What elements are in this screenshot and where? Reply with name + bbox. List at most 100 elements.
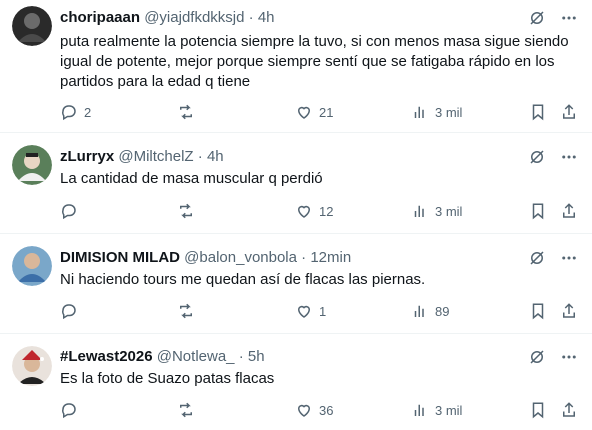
tweet-header: #Lewast2026 @Notlewa_ · 5h (60, 347, 522, 367)
timestamp[interactable]: 4h (258, 9, 275, 26)
views-icon (411, 401, 429, 419)
retweet-button[interactable] (177, 301, 201, 321)
like-icon (295, 103, 313, 121)
tweet-actions: 12 3 mil (60, 201, 578, 221)
share-icon (560, 103, 578, 121)
retweet-icon (177, 401, 195, 419)
views-count: 3 mil (435, 104, 463, 120)
more-icon[interactable] (560, 148, 578, 166)
reply-count: 2 (84, 104, 92, 120)
reply-icon (60, 401, 78, 419)
avatar[interactable] (12, 145, 52, 185)
reply-icon (60, 103, 78, 121)
like-count: 12 (319, 203, 334, 219)
display-name[interactable]: choripaaan (60, 9, 140, 26)
tweet-text: La cantidad de masa muscular q perdió (60, 170, 323, 187)
avatar[interactable] (12, 346, 52, 386)
user-handle[interactable]: @balon_vonbola (184, 249, 297, 266)
user-handle[interactable]: @Notlewa_ (157, 348, 235, 365)
grok-icon[interactable] (528, 148, 546, 166)
separator-dot: · (238, 348, 244, 365)
views-button[interactable]: 3 mil (411, 102, 462, 122)
timestamp[interactable]: 12min (310, 249, 351, 266)
avatar[interactable] (12, 246, 52, 286)
tweet[interactable]: choripaaan @yiajdfkdkksjd · 4h puta real… (0, 0, 592, 133)
like-button[interactable]: 36 (295, 400, 333, 420)
like-icon (295, 401, 313, 419)
like-icon (295, 202, 313, 220)
tweet-top-icons (528, 8, 578, 28)
retweet-icon (177, 202, 195, 220)
tweet[interactable]: #Lewast2026 @Notlewa_ · 5h Es la foto de… (0, 334, 592, 430)
tweet-text: Es la foto de Suazo patas flacas (60, 370, 275, 387)
share-button[interactable] (560, 301, 578, 321)
tweet-top-icons (528, 147, 578, 167)
reply-button[interactable] (60, 400, 84, 420)
views-count: 3 mil (435, 203, 463, 219)
views-icon (411, 202, 429, 220)
tweet-top-icons (528, 248, 578, 268)
bookmark-icon (529, 302, 547, 320)
reply-icon (60, 302, 78, 320)
bookmark-button[interactable] (529, 102, 547, 122)
grok-icon[interactable] (528, 9, 546, 27)
retweet-icon (177, 302, 195, 320)
reply-button[interactable] (60, 201, 84, 221)
display-name[interactable]: #Lewast2026 (60, 348, 153, 365)
display-name[interactable]: zLurryx (60, 148, 114, 165)
views-count: 89 (435, 303, 450, 319)
tweet[interactable]: zLurryx @MiltchelZ · 4h La cantidad de m… (0, 133, 592, 234)
user-handle[interactable]: @yiajdfkdkksjd (144, 9, 244, 26)
share-button[interactable] (560, 201, 578, 221)
more-icon[interactable] (560, 348, 578, 366)
tweet[interactable]: DIMISION MILAD @balon_vonbola · 12min Ni… (0, 234, 592, 334)
user-handle[interactable]: @MiltchelZ (118, 148, 193, 165)
tweet-text: Ni haciendo tours me quedan así de flaca… (60, 271, 426, 288)
like-button[interactable]: 1 (295, 301, 326, 321)
tweet-header: DIMISION MILAD @balon_vonbola · 12min (60, 248, 522, 268)
separator-dot: · (197, 148, 203, 165)
grok-icon[interactable] (528, 348, 546, 366)
share-button[interactable] (560, 102, 578, 122)
views-icon (411, 302, 429, 320)
views-button[interactable]: 89 (411, 301, 449, 321)
retweet-button[interactable] (177, 201, 201, 221)
retweet-button[interactable] (177, 102, 201, 122)
tweet-header: zLurryx @MiltchelZ · 4h (60, 147, 522, 167)
bookmark-button[interactable] (529, 400, 547, 420)
bookmark-button[interactable] (529, 301, 547, 321)
reply-button[interactable] (60, 301, 84, 321)
share-icon (560, 302, 578, 320)
avatar[interactable] (12, 6, 52, 46)
tweet-actions: 2 21 3 mil (60, 102, 578, 122)
timestamp[interactable]: 4h (207, 148, 224, 165)
share-icon (560, 202, 578, 220)
tweet-text: puta realmente la potencia siempre la tu… (60, 33, 569, 90)
bookmark-button[interactable] (529, 201, 547, 221)
separator-dot: · (301, 249, 307, 266)
more-icon[interactable] (560, 249, 578, 267)
like-button[interactable]: 12 (295, 201, 333, 221)
bookmark-icon (529, 401, 547, 419)
like-button[interactable]: 21 (295, 102, 333, 122)
grok-icon[interactable] (528, 249, 546, 267)
views-button[interactable]: 3 mil (411, 400, 462, 420)
retweet-button[interactable] (177, 400, 201, 420)
reply-button[interactable]: 2 (60, 102, 91, 122)
tweet-feed: choripaaan @yiajdfkdkksjd · 4h puta real… (0, 0, 592, 430)
tweet-top-icons (528, 347, 578, 367)
like-icon (295, 302, 313, 320)
views-button[interactable]: 3 mil (411, 201, 462, 221)
timestamp[interactable]: 5h (248, 348, 265, 365)
more-icon[interactable] (560, 9, 578, 27)
display-name[interactable]: DIMISION MILAD (60, 249, 180, 266)
tweet-actions: 1 89 (60, 301, 578, 321)
like-count: 1 (319, 303, 327, 319)
share-icon (560, 401, 578, 419)
retweet-icon (177, 103, 195, 121)
like-count: 21 (319, 104, 334, 120)
views-count: 3 mil (435, 402, 463, 418)
share-button[interactable] (560, 400, 578, 420)
tweet-actions: 36 3 mil (60, 400, 578, 420)
tweet-header: choripaaan @yiajdfkdkksjd · 4h (60, 8, 522, 28)
